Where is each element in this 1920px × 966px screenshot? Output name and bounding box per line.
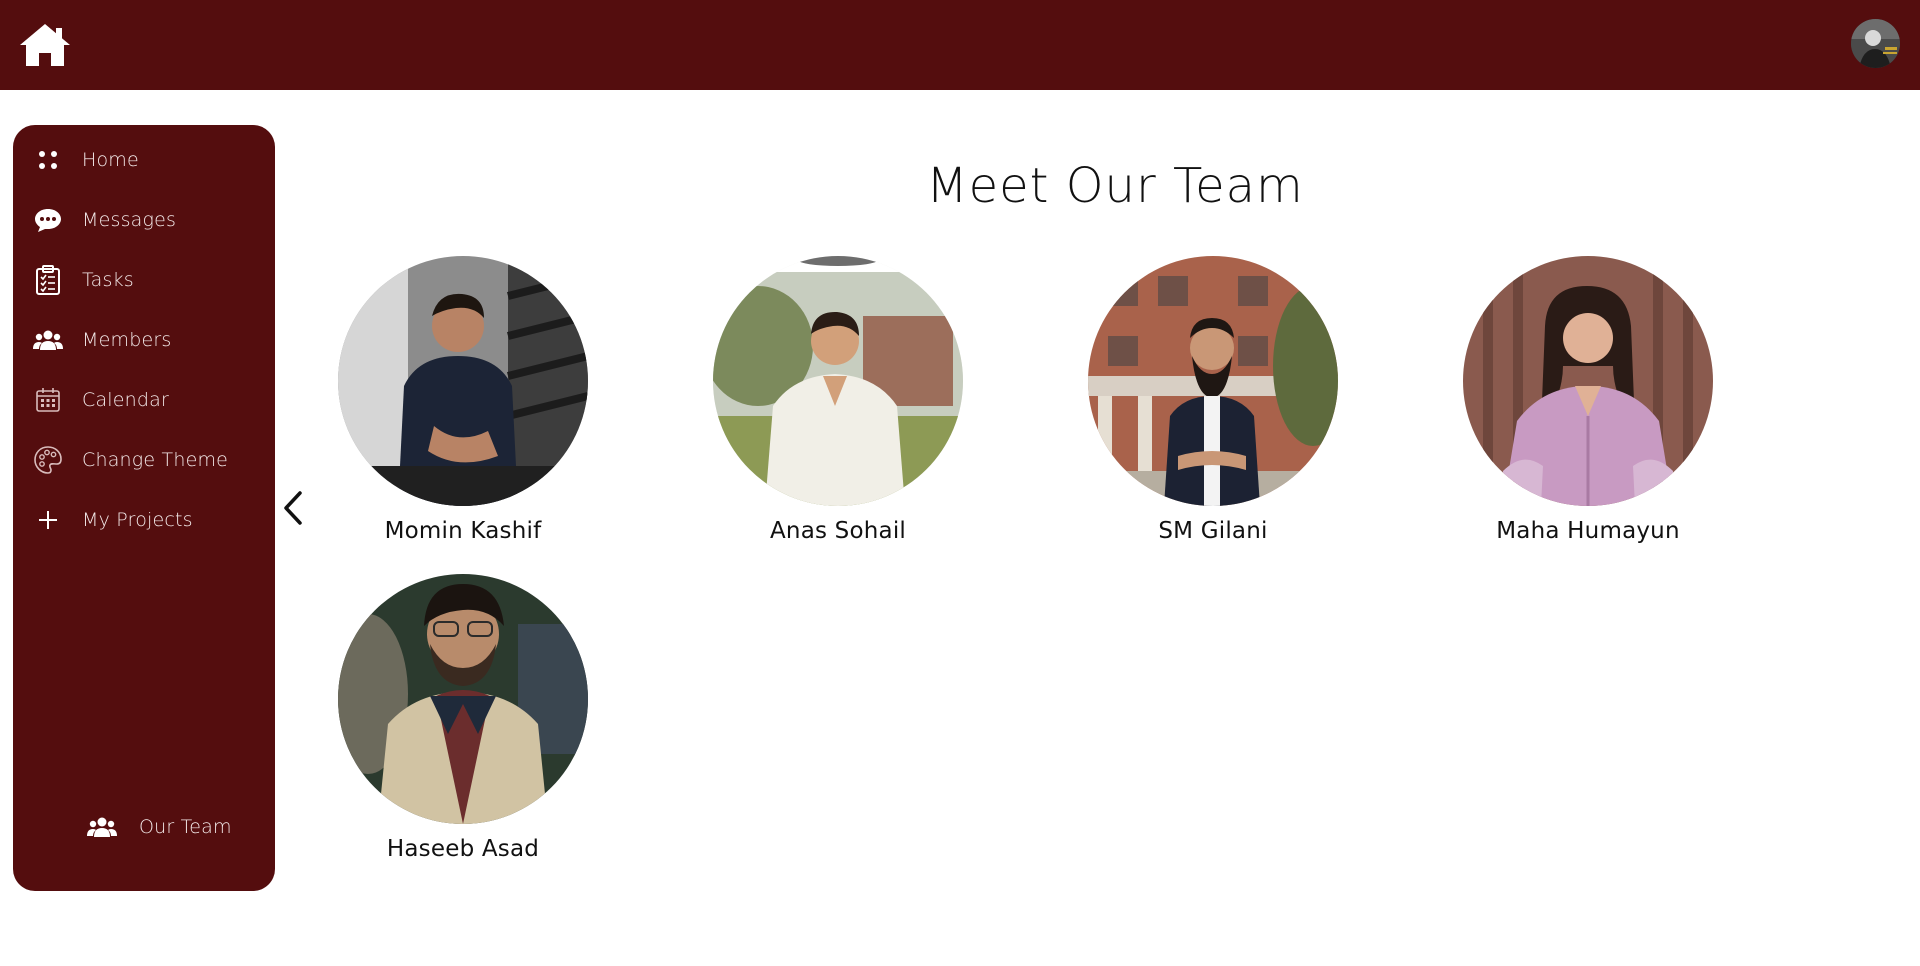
users-icon <box>33 325 63 355</box>
sidebar-item-label: Messages <box>82 209 177 231</box>
clipboard-list-icon <box>33 265 63 295</box>
sidebar-item-label: Change Theme <box>82 449 229 471</box>
sidebar-item-label: Members <box>82 329 172 351</box>
sidebar-item-members[interactable]: Members <box>13 318 275 362</box>
team-member-card: Maha Humayun <box>1463 256 1713 544</box>
member-photo <box>338 256 588 506</box>
member-name: Anas Sohail <box>769 518 907 544</box>
member-photo <box>338 574 588 824</box>
team-member-card: SM Gilani <box>1088 256 1338 544</box>
user-avatar[interactable] <box>1851 19 1900 68</box>
team-member-card: Haseeb Asad <box>338 574 588 862</box>
sidebar-item-label: Calendar <box>82 389 170 411</box>
member-name: SM Gilani <box>1158 518 1268 544</box>
home-icon[interactable] <box>18 22 72 68</box>
member-photo <box>1088 256 1338 506</box>
sidebar-item-change-theme[interactable]: Change Theme <box>13 438 275 482</box>
page-title: Meet Our Team <box>926 158 1304 214</box>
plus-icon <box>33 505 63 535</box>
sidebar-item-label: Our Team <box>139 816 232 838</box>
member-name: Haseeb Asad <box>386 836 540 862</box>
member-name: Maha Humayun <box>1496 518 1680 544</box>
sidebar: Home Messages Tasks Members Calendar Cha… <box>13 125 275 891</box>
sidebar-item-home[interactable]: Home <box>13 138 275 182</box>
users-icon <box>87 812 117 842</box>
sidebar-item-label: Home <box>82 149 139 171</box>
palette-icon <box>33 445 63 475</box>
sidebar-item-label: Tasks <box>82 269 134 291</box>
sidebar-item-label: My Projects <box>82 509 193 531</box>
team-member-card: Anas Sohail <box>713 256 963 544</box>
dots-grid-icon <box>33 145 63 175</box>
calendar-icon <box>33 385 63 415</box>
sidebar-item-my-projects[interactable]: My Projects <box>13 498 275 542</box>
sidebar-item-calendar[interactable]: Calendar <box>13 378 275 422</box>
member-photo <box>713 256 963 506</box>
member-photo <box>1463 256 1713 506</box>
chat-bubble-icon <box>33 205 63 235</box>
top-bar <box>0 0 1920 90</box>
chevron-left-icon[interactable] <box>278 490 308 526</box>
sidebar-item-tasks[interactable]: Tasks <box>13 258 275 302</box>
team-member-card: Momin Kashif <box>338 256 588 544</box>
sidebar-item-our-team[interactable]: Our Team <box>73 805 243 849</box>
member-name: Momin Kashif <box>384 518 542 544</box>
sidebar-item-messages[interactable]: Messages <box>13 198 275 242</box>
